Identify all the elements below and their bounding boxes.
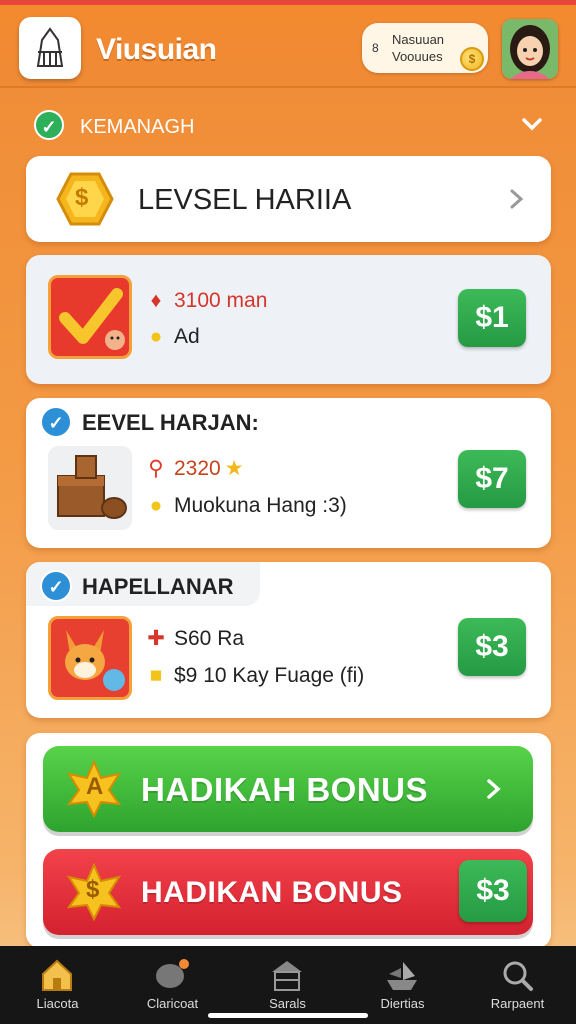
app-title: Viusuian xyxy=(96,33,217,66)
heart-icon: ♦ xyxy=(150,289,162,312)
check-icon: ✓ xyxy=(40,406,72,438)
chest-icon xyxy=(57,455,127,519)
app-logo-icon[interactable] xyxy=(19,17,81,79)
price-button[interactable]: $1 xyxy=(458,289,526,347)
section-label: KEMANAGH xyxy=(80,116,195,138)
offer-reward: ● Ad xyxy=(144,325,200,349)
star-letter: $ xyxy=(86,876,100,903)
price-button[interactable]: $3 xyxy=(458,618,526,676)
offer-card-2[interactable]: ✓ EEVEL HARJAN: ⚲ 2320 ★ ● Muokuna Hang :3)… xyxy=(26,398,551,548)
store-icon xyxy=(272,961,302,991)
bonus-button-red[interactable]: $ HADIKAN BONUS $3 xyxy=(43,849,533,935)
tab-search[interactable]: Rarpaent xyxy=(460,946,575,1024)
boat-icon xyxy=(387,962,417,990)
tab-label: Diertias xyxy=(380,996,425,1011)
coin-symbol: $ xyxy=(75,184,89,211)
bonus-button-green[interactable]: A HADIKAH BONUS xyxy=(43,746,533,832)
app-header: Viusuian 8 Nasuuan Voouues $ xyxy=(0,5,576,88)
offer-stat: ♦ 3100 man xyxy=(144,289,268,313)
balance-widget[interactable]: 8 Nasuuan Voouues $ xyxy=(362,23,488,73)
balance-sublabel: Voouues xyxy=(392,49,443,64)
pin-icon: ⚲ xyxy=(148,457,164,480)
avatar[interactable] xyxy=(502,19,558,79)
chevron-down-icon[interactable] xyxy=(518,110,546,138)
offer-title: HAPELLANAR xyxy=(82,574,234,599)
home-indicator[interactable] xyxy=(208,1013,368,1018)
bonus-label: HADIKAH BONUS xyxy=(141,771,428,808)
chevron-right-icon xyxy=(487,779,501,799)
heart-icon: ✚ xyxy=(147,627,165,650)
fox-icon xyxy=(65,630,125,691)
check-icon: ✓ xyxy=(40,570,72,602)
offer-stat: ⚲ 2320 ★ xyxy=(144,456,244,481)
checkmark-icon xyxy=(59,288,125,350)
star-letter: A xyxy=(86,773,104,800)
offer-card-1[interactable]: ♦ 3100 man ● Ad $1 xyxy=(26,255,551,384)
offer-thumbnail xyxy=(48,446,132,530)
tab-label: Rarpaent xyxy=(490,996,545,1011)
offer-reward: ● Muokuna Hang :3) xyxy=(144,494,347,518)
coin-icon: ■ xyxy=(149,664,163,687)
chat-icon xyxy=(156,959,189,988)
level-card[interactable]: $ LEVSEL HARIIA xyxy=(26,156,551,242)
star-icon: ★ xyxy=(224,457,244,480)
section-header[interactable]: ✓ KEMANAGH xyxy=(34,108,546,144)
offer-thumbnail xyxy=(48,616,132,700)
balance-label: Nasuuan xyxy=(392,32,445,47)
offer-thumbnail xyxy=(48,275,132,359)
tab-label: Liacota xyxy=(36,996,79,1011)
offer-stat: ✚ S60 Ra xyxy=(144,626,244,651)
lock-icon: 8 xyxy=(372,41,379,55)
coin-icon: $ xyxy=(460,47,484,71)
coin-icon: ● xyxy=(149,494,163,517)
offer-title: EEVEL HARJAN: xyxy=(82,410,259,435)
level-title: LEVSEL HARIIA xyxy=(138,184,352,216)
check-icon: ✓ xyxy=(34,110,64,140)
search-icon xyxy=(503,961,533,991)
home-icon xyxy=(42,959,72,991)
offer-card-3[interactable]: ✓ HAPELLANAR ✚ S60 Ra ■ $9 10 Kay Fuage (f… xyxy=(26,562,551,718)
tab-label: Claricoat xyxy=(146,996,199,1011)
price-button[interactable]: $7 xyxy=(458,450,526,508)
price-button[interactable]: $3 xyxy=(459,860,527,922)
tab-home[interactable]: Liacota xyxy=(0,946,115,1024)
coin-icon: ● xyxy=(149,325,163,348)
bonus-label: HADIKAN BONUS xyxy=(141,876,403,909)
tab-label: Sarals xyxy=(269,996,306,1011)
chevron-right-icon xyxy=(510,189,524,209)
offer-reward: ■ $9 10 Kay Fuage (fi) xyxy=(144,664,365,688)
